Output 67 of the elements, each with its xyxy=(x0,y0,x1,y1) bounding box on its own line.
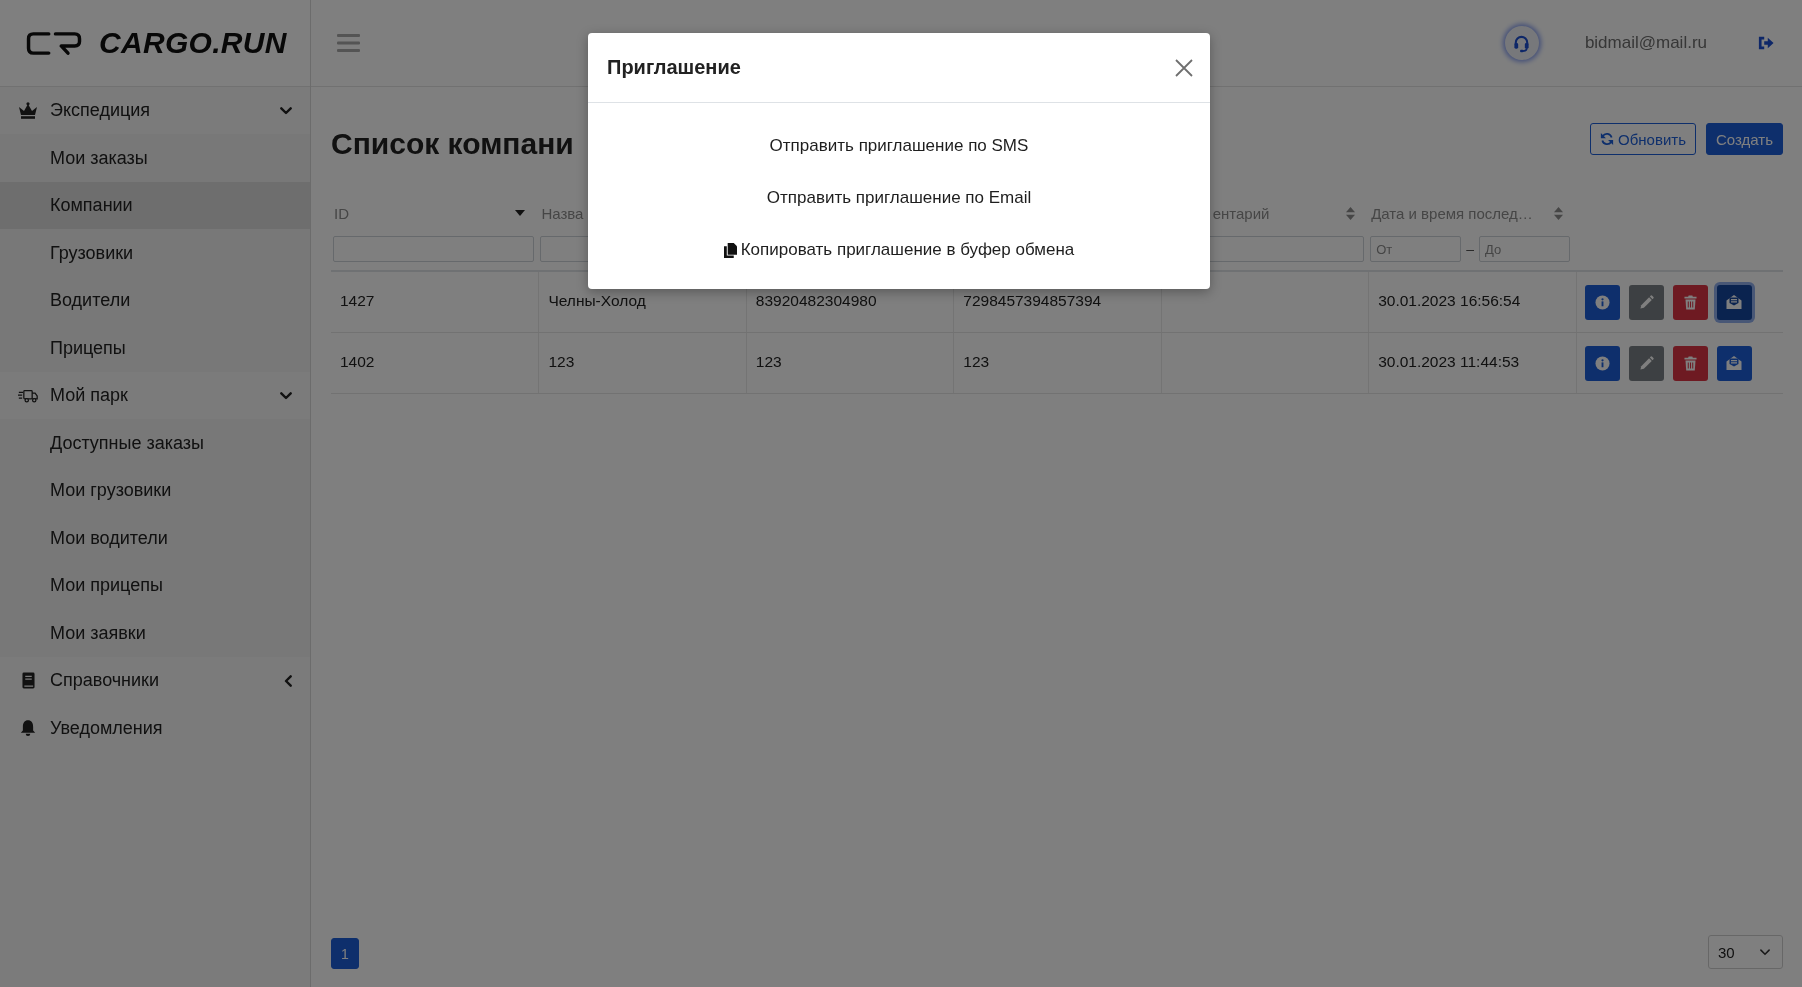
column-header: ID xyxy=(334,204,349,222)
close-button[interactable] xyxy=(1174,57,1194,78)
crown-icon xyxy=(18,102,38,119)
menu-icon[interactable] xyxy=(337,34,360,52)
send-email-option[interactable]: Отправить приглашение по Email xyxy=(760,184,1038,212)
column-header: Дата и время послед… xyxy=(1371,204,1533,222)
page-title: Список компани xyxy=(331,126,574,162)
trash-icon xyxy=(1683,355,1697,371)
refresh-icon xyxy=(1600,132,1615,146)
table-cell: 123 xyxy=(755,353,782,371)
logo-text: CARGO.RUN xyxy=(99,26,287,60)
table-cell: 123 xyxy=(963,353,990,371)
info-icon xyxy=(1594,294,1610,310)
table-cell: 1427 xyxy=(340,292,375,310)
copy-icon xyxy=(723,242,737,258)
table-cell: 1402 xyxy=(340,353,375,371)
caret-down-icon[interactable] xyxy=(515,210,526,216)
book-icon xyxy=(21,672,35,689)
range-separator: – xyxy=(1466,241,1474,257)
submenu-item[interactable]: Компании xyxy=(0,182,310,229)
logo-icon xyxy=(25,30,84,56)
table-cell: 30.01.2023 11:44:53 xyxy=(1378,353,1520,371)
table-cell: 7298457394857394 xyxy=(963,292,1102,310)
delete-button[interactable] xyxy=(1672,345,1708,381)
pencil-icon xyxy=(1638,355,1654,371)
envelope-icon xyxy=(1726,294,1743,310)
headset-icon xyxy=(1512,33,1532,53)
truck-icon xyxy=(18,387,38,404)
invite-button[interactable] xyxy=(1716,345,1752,381)
invite-button[interactable] xyxy=(1716,284,1752,320)
info-icon xyxy=(1594,355,1610,371)
sort-icon[interactable] xyxy=(1346,206,1356,220)
send-sms-option[interactable]: Отправить приглашение по SMS xyxy=(763,132,1035,160)
table-cell: 83920482304980 xyxy=(755,292,877,310)
create-button[interactable]: Создать xyxy=(1706,123,1783,155)
dialog-title: Приглашение xyxy=(607,56,741,79)
support-button[interactable] xyxy=(1504,26,1539,60)
close-icon xyxy=(1175,58,1193,77)
menu-item[interactable]: Справочники xyxy=(0,657,310,704)
menu-item[interactable]: Мой парк xyxy=(0,372,310,419)
bell-icon xyxy=(19,719,37,737)
page-button[interactable]: 1 xyxy=(331,938,359,969)
menu-item[interactable]: Уведомления xyxy=(0,704,310,752)
column-header: Назва xyxy=(541,204,584,222)
refresh-button[interactable]: Обновить xyxy=(1590,123,1696,155)
sort-icon[interactable] xyxy=(1553,206,1563,220)
column-header: ентарий xyxy=(1212,204,1270,222)
logout-icon[interactable] xyxy=(1757,35,1775,51)
info-button[interactable] xyxy=(1584,345,1620,381)
table-cell: 30.01.2023 16:56:54 xyxy=(1378,292,1521,310)
page-size-select[interactable]: 30 xyxy=(1708,935,1783,969)
user-email: bidmail@mail.ru xyxy=(1584,33,1707,53)
table-cell: 123 xyxy=(548,353,575,371)
filter-input[interactable] xyxy=(333,236,535,262)
edit-button[interactable] xyxy=(1628,284,1664,320)
edit-button[interactable] xyxy=(1628,345,1664,381)
trash-icon xyxy=(1683,294,1697,310)
date-to-field[interactable]: До xyxy=(1478,236,1570,262)
delete-button[interactable] xyxy=(1672,284,1708,320)
menu-item[interactable]: Экспедиция xyxy=(0,87,310,134)
pencil-icon xyxy=(1638,294,1654,310)
copy-invite-option[interactable]: Копировать приглашение в буфер обмена xyxy=(717,236,1081,264)
info-button[interactable] xyxy=(1584,284,1620,320)
table-cell: Челны-Холод xyxy=(548,292,646,310)
chevron-down-icon xyxy=(1759,948,1771,956)
envelope-icon xyxy=(1726,355,1743,371)
date-from-field[interactable]: От xyxy=(1370,236,1462,262)
